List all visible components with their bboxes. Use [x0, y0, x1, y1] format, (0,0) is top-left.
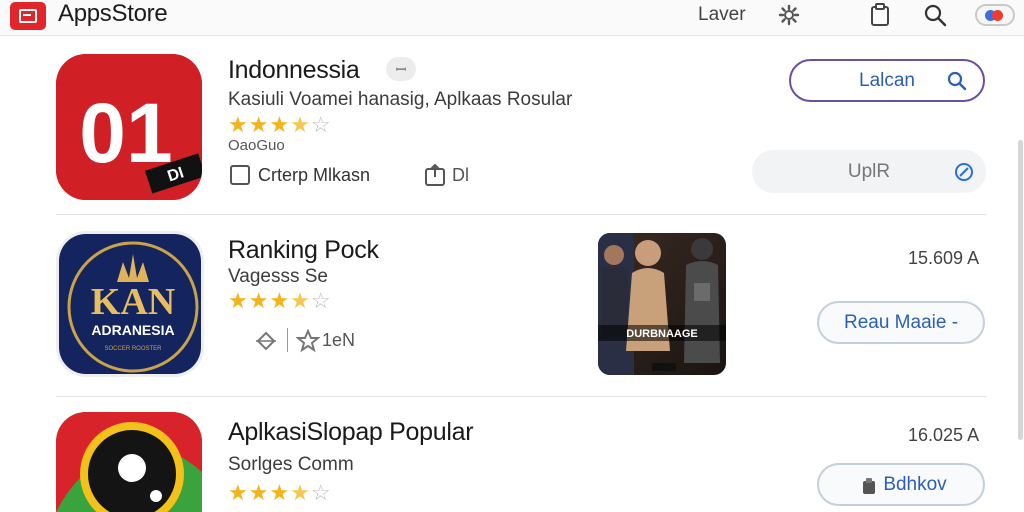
toggle-switch[interactable]	[975, 4, 1015, 26]
search-icon	[947, 71, 967, 91]
rating-stars: ★★★★☆	[228, 288, 332, 313]
bookmark-button-label: Bdhkov	[883, 473, 947, 495]
app-icon-aplkasislopap[interactable]	[56, 412, 202, 512]
clipboard-icon[interactable]	[866, 3, 894, 27]
gear-icon[interactable]	[775, 3, 803, 27]
scrollbar[interactable]	[1018, 140, 1023, 440]
app-icon-ranking-pock[interactable]: KAN ADRANESIA SOCCER ROOSTER	[56, 231, 204, 377]
row-divider	[56, 396, 986, 397]
app-name[interactable]: Ranking Pock	[228, 236, 379, 265]
bookmark-button[interactable]: Bdhkov	[817, 463, 985, 506]
edit-icon	[955, 163, 973, 181]
app-icon-tagline: SOCCER ROOSTER	[104, 346, 162, 352]
app-screenshot[interactable]: DURBNAAGE	[598, 233, 726, 375]
share-icon[interactable]	[424, 163, 446, 192]
checkbox[interactable]	[230, 165, 250, 185]
read-more-button[interactable]: Reau Maaie -	[817, 301, 985, 344]
app-subtitle: Vagesss Se	[228, 266, 328, 287]
rating-stars: ★★★★☆	[228, 112, 332, 137]
layer-menu[interactable]: Laver	[698, 4, 746, 26]
bookmark-icon	[863, 478, 875, 494]
app-badge: ꟷ	[386, 57, 416, 81]
rating-label: OaoGuo	[228, 137, 285, 154]
app-icon-letters: KAN	[91, 281, 175, 323]
search-button-label: Lalcan	[859, 69, 915, 91]
search-icon[interactable]	[921, 3, 949, 27]
checkbox-label: Crterp Mlkasn	[258, 165, 371, 185]
screenshot-caption: DURBNAAGE	[626, 328, 698, 340]
rating-stars: ★★★★☆	[228, 480, 332, 505]
app-size: 16.025 A	[908, 425, 980, 445]
store-logo-icon[interactable]	[10, 2, 46, 30]
meta-label: 1eN	[322, 330, 356, 350]
app-subtitle: Sorlges Comm	[228, 454, 354, 475]
app-icon-wordmark: ADRANESIA	[91, 322, 174, 338]
top-bar: AppsStore Laver	[0, 0, 1024, 36]
share-label: Dl	[452, 165, 469, 185]
app-icon-letters: 01	[79, 86, 172, 180]
vertical-separator	[287, 328, 288, 352]
app-name[interactable]: AplkasiSlopap Popular	[228, 418, 474, 447]
app-title: AppsStore	[58, 0, 168, 27]
swap-icon[interactable]	[254, 329, 278, 358]
star-outline-icon[interactable]	[295, 328, 321, 358]
app-icon-indonnessia[interactable]: 01 DI	[56, 54, 202, 200]
search-button[interactable]: Lalcan	[789, 59, 985, 102]
update-button-label: UplR	[847, 160, 891, 182]
update-button[interactable]: UplR	[752, 150, 986, 193]
row-divider	[56, 214, 986, 215]
app-size: 15.609 A	[908, 248, 980, 268]
app-name[interactable]: Indonnessia	[228, 56, 360, 85]
app-subtitle: Kasiuli Voamei hanasig, Aplkaas Rosular	[228, 89, 573, 110]
